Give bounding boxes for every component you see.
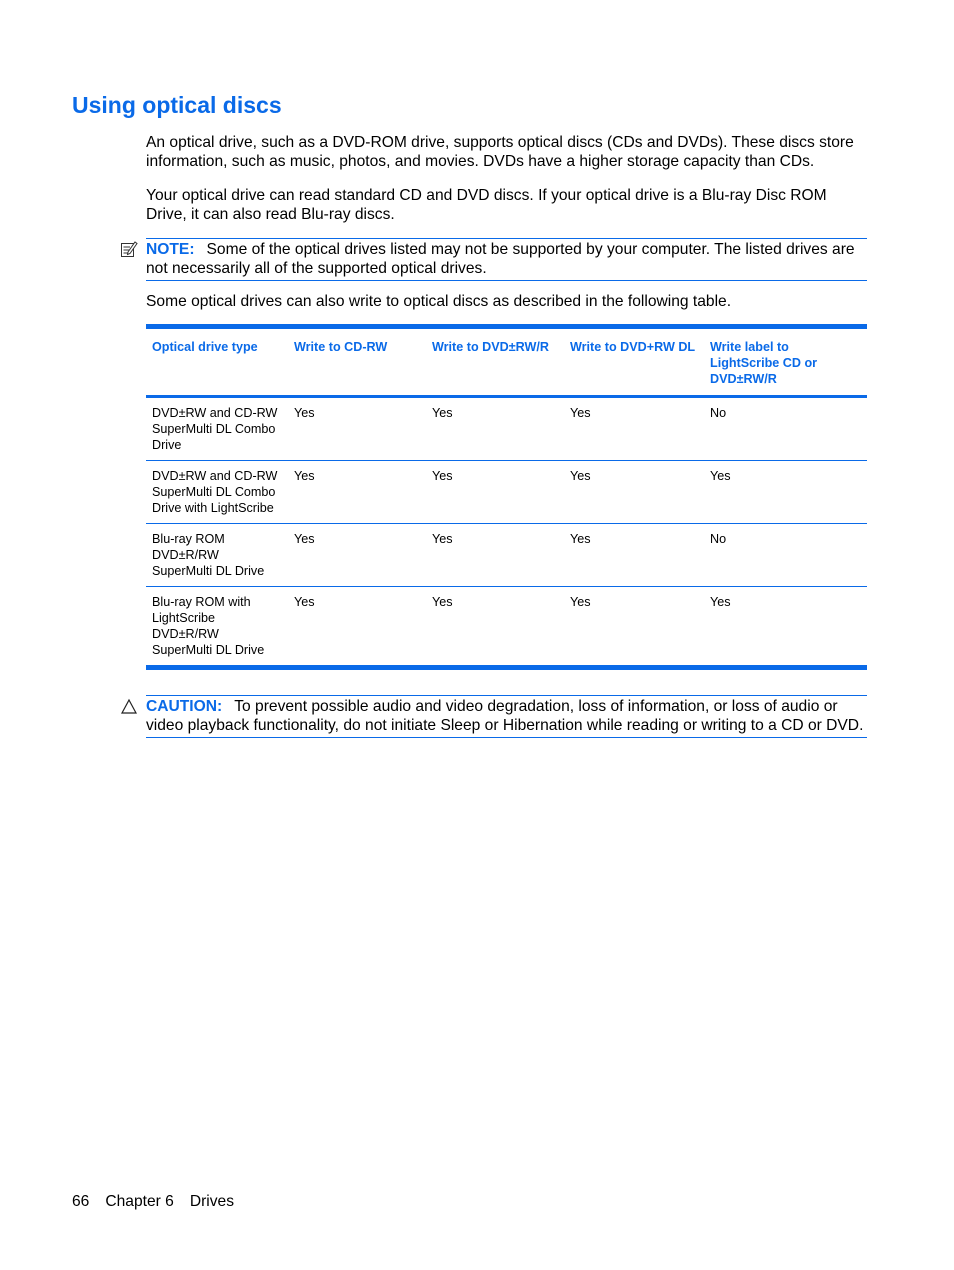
table-cell: Yes xyxy=(288,523,426,587)
column-header: Optical drive type xyxy=(146,326,288,398)
caution-box: CAUTION: To prevent possible audio and vi… xyxy=(120,695,867,738)
write-capability-paragraph: Some optical drives can also write to op… xyxy=(146,293,732,310)
column-header: Write to DVD+RW DL xyxy=(564,326,704,398)
table-cell: Yes xyxy=(294,595,315,609)
table-header-row: Optical drive type Write to CD-RW Write … xyxy=(146,326,867,398)
table-cell: Yes xyxy=(432,595,453,609)
optical-drives-table: Optical drive type Write to CD-RW Write … xyxy=(146,324,867,670)
table-cell: No xyxy=(704,523,867,587)
table-cell: No xyxy=(704,396,867,461)
table-row: Blu-ray ROM with LightScribe DVD±R/RW Su… xyxy=(146,587,867,668)
chapter-label: Chapter 6 xyxy=(105,1193,174,1210)
read-capability-paragraph: Your optical drive can read standard CD … xyxy=(146,187,827,223)
page-number: 66 xyxy=(72,1193,90,1210)
table-cell: Yes xyxy=(564,396,704,461)
column-header: Write to CD-RW xyxy=(288,326,426,398)
table-cell: Yes xyxy=(426,460,564,524)
table-cell: Yes xyxy=(288,460,426,524)
intro-paragraph: An optical drive, such as a DVD-ROM driv… xyxy=(146,134,854,170)
table-row: DVD±RW and CD-RW SuperMulti DL Combo Dri… xyxy=(146,396,867,461)
table-row: Blu-ray ROM DVD±R/RW SuperMulti DL Drive… xyxy=(146,523,867,587)
caution-text: To prevent possible audio and video degr… xyxy=(146,698,864,734)
section-label: Drives xyxy=(189,1193,235,1210)
note-pencil-icon xyxy=(120,240,138,258)
table-cell: Yes xyxy=(426,523,564,587)
column-header: Write to DVD±RW/R xyxy=(426,326,564,398)
note-text: Some of the optical drives listed may no… xyxy=(146,241,855,277)
table-cell: Yes xyxy=(288,396,426,461)
drive-type-cell: Blu-ray ROM with LightScribe DVD±R/RW Su… xyxy=(152,595,265,657)
column-header: Write label to LightScribe CD or DVD±RW/… xyxy=(704,326,867,398)
page-title: Using optical discs xyxy=(72,92,282,118)
table-cell: Yes xyxy=(426,396,564,461)
table-cell: Yes xyxy=(570,595,591,609)
drive-type-cell: DVD±RW and CD-RW SuperMulti DL Combo Dri… xyxy=(146,396,288,461)
warning-triangle-icon xyxy=(120,697,138,715)
caution-label: CAUTION: xyxy=(146,698,223,715)
table-cell: Yes xyxy=(564,523,704,587)
drive-type-cell: Blu-ray ROM DVD±R/RW SuperMulti DL Drive xyxy=(146,523,288,587)
table-cell: Yes xyxy=(710,595,731,609)
table-row: DVD±RW and CD-RW SuperMulti DL Combo Dri… xyxy=(146,460,867,524)
drive-type-cell: DVD±RW and CD-RW SuperMulti DL Combo Dri… xyxy=(146,460,288,524)
table-cell: Yes xyxy=(564,460,704,524)
note-label: NOTE: xyxy=(146,241,195,258)
page-footer: 66 Chapter 6 Drives xyxy=(72,1193,250,1211)
note-box: NOTE: Some of the optical drives listed m… xyxy=(121,238,867,281)
table-cell: Yes xyxy=(704,460,867,524)
